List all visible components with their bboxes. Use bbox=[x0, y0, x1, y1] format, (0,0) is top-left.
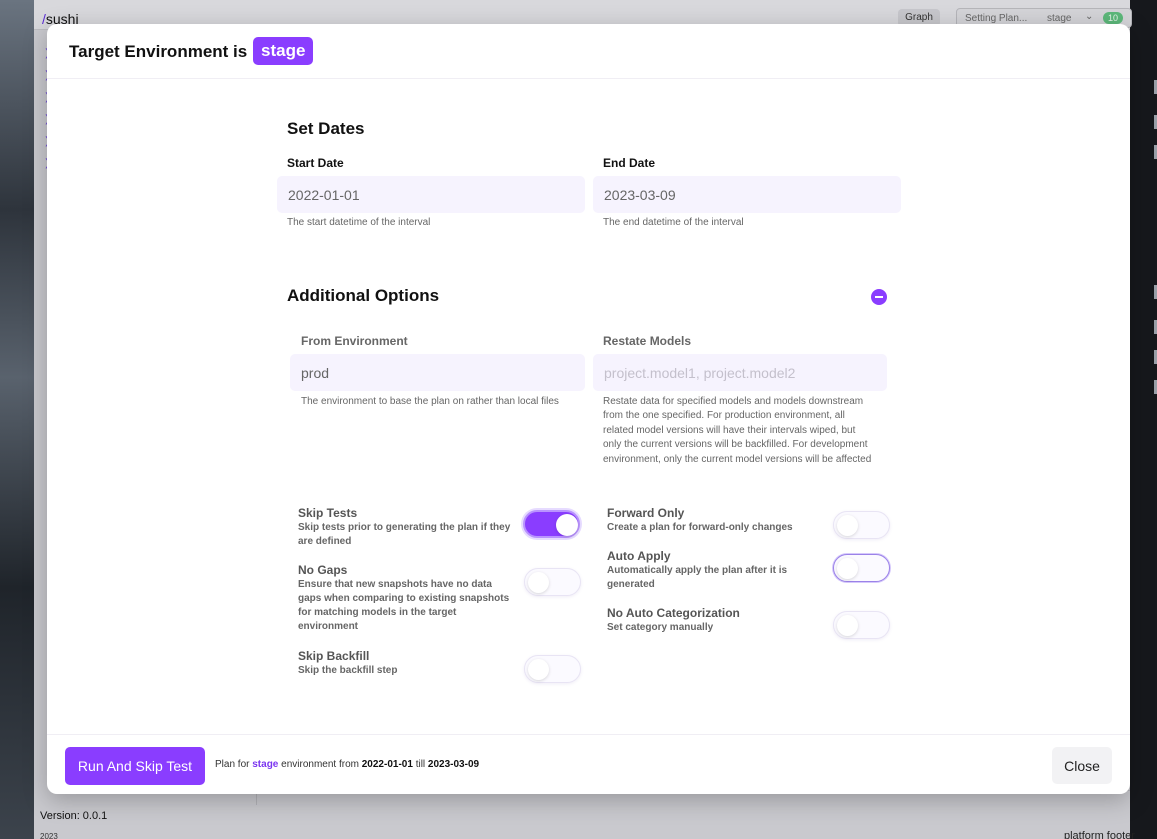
plan-modal: Target Environment is stage Set Dates St… bbox=[47, 24, 1130, 794]
end-date-help: The end datetime of the interval bbox=[603, 217, 744, 228]
toggle-knob bbox=[528, 572, 549, 593]
from-environment-label: From Environment bbox=[301, 334, 408, 348]
close-button[interactable]: Close bbox=[1052, 747, 1112, 784]
no-gaps-toggle[interactable] bbox=[524, 568, 581, 596]
target-env-badge: stage bbox=[253, 37, 314, 65]
additional-options-title: Additional Options bbox=[287, 286, 440, 305]
desktop-wallpaper-left bbox=[0, 0, 34, 839]
start-date-input[interactable] bbox=[277, 176, 585, 213]
no-auto-categorization-toggle[interactable] bbox=[833, 611, 890, 639]
modal-footer: Run And Skip Test Plan for stage environ… bbox=[47, 734, 1130, 794]
collapse-minus-icon[interactable] bbox=[871, 289, 887, 305]
chevron-down-icon: ⌄ bbox=[1085, 11, 1094, 22]
version-label: Version: 0.0.1 bbox=[40, 810, 108, 822]
toggle-knob bbox=[837, 515, 858, 536]
set-dates-title: Set Dates bbox=[287, 119, 365, 138]
no-auto-categorization-title: No Auto Categorization bbox=[607, 606, 740, 620]
auto-apply-desc: Automatically apply the plan after it is… bbox=[607, 565, 788, 590]
skip-backfill-toggle[interactable] bbox=[524, 655, 581, 683]
no-auto-categorization-desc: Set category manually bbox=[607, 622, 714, 633]
skip-tests-desc: Skip tests prior to generating the plan … bbox=[298, 522, 511, 547]
restate-models-help: Restate data for specified models and mo… bbox=[603, 396, 872, 465]
toggle-knob bbox=[837, 615, 858, 636]
skip-backfill-title: Skip Backfill bbox=[298, 649, 370, 663]
modal-title: Target Environment is bbox=[69, 42, 248, 61]
skip-backfill-desc: Skip the backfill step bbox=[298, 665, 398, 676]
desktop-right-window bbox=[1130, 0, 1157, 839]
start-date-help: The start datetime of the interval bbox=[287, 217, 431, 228]
from-environment-input[interactable] bbox=[290, 354, 585, 391]
auto-apply-title: Auto Apply bbox=[607, 549, 671, 563]
end-date-input[interactable] bbox=[593, 176, 901, 213]
plan-summary: Plan for stage environment from 2022-01-… bbox=[215, 759, 480, 770]
env-select[interactable]: stage bbox=[1047, 13, 1071, 24]
auto-apply-toggle[interactable] bbox=[833, 554, 890, 582]
skip-tests-title: Skip Tests bbox=[298, 506, 358, 520]
no-gaps-title: No Gaps bbox=[298, 563, 348, 577]
toggle-knob bbox=[556, 514, 578, 536]
start-date-label: Start Date bbox=[287, 156, 344, 170]
footer-year: 2023 bbox=[40, 832, 58, 839]
from-environment-help: The environment to base the plan on rath… bbox=[301, 396, 559, 407]
forward-only-title: Forward Only bbox=[607, 506, 685, 520]
no-gaps-desc: Ensure that new snapshots have no data g… bbox=[298, 579, 510, 632]
run-and-skip-test-button[interactable]: Run And Skip Test bbox=[65, 747, 205, 785]
forward-only-toggle[interactable] bbox=[833, 511, 890, 539]
footer-label: platform footer bbox=[1064, 830, 1135, 839]
end-date-label: End Date bbox=[603, 156, 656, 170]
change-count-badge: 10 bbox=[1103, 12, 1123, 24]
restate-models-label: Restate Models bbox=[603, 334, 692, 348]
toggle-knob bbox=[837, 558, 858, 579]
modal-header: Target Environment is stage bbox=[47, 24, 1130, 79]
restate-models-input[interactable] bbox=[593, 354, 887, 391]
plan-status-text: Setting Plan... bbox=[965, 13, 1028, 24]
skip-tests-toggle[interactable] bbox=[523, 510, 580, 538]
forward-only-desc: Create a plan for forward-only changes bbox=[607, 522, 793, 533]
toggle-knob bbox=[528, 659, 549, 680]
